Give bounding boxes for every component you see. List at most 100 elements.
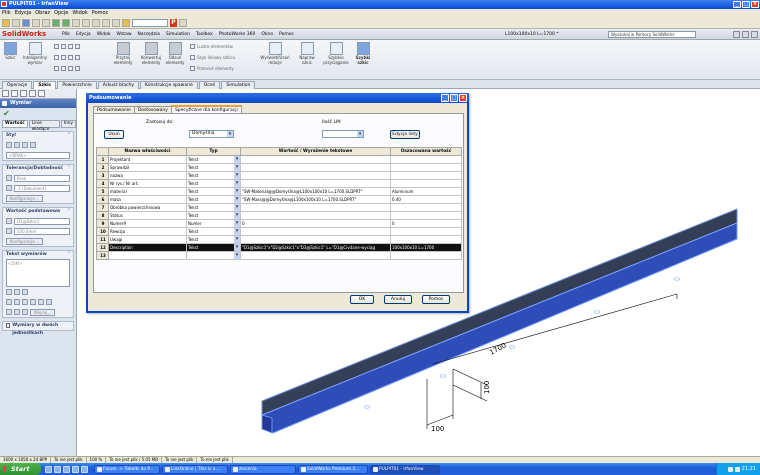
symbol-icon[interactable] — [6, 309, 12, 315]
cmd-convert-entities[interactable]: Konwertuj elementy — [138, 42, 164, 65]
start-button[interactable]: Start — [0, 463, 41, 475]
pm-tab-other[interactable]: Inny — [60, 120, 76, 128]
minimize-button[interactable]: _ — [733, 1, 741, 8]
property-name-cell[interactable]: Rewizja — [108, 227, 187, 236]
more-symbols-button[interactable]: Więcej... — [30, 308, 56, 316]
sw-menu-plik[interactable]: Plik — [62, 29, 70, 40]
evaluated-value-cell[interactable] — [390, 171, 462, 180]
table-row[interactable]: 8 Status Tekst — [96, 211, 462, 220]
cmd-smart-dimension[interactable]: Inteligentny wymiar — [22, 42, 48, 65]
evaluated-value-cell[interactable] — [390, 227, 462, 236]
info-icon[interactable] — [112, 18, 120, 27]
exit-icon[interactable] — [122, 18, 130, 27]
angle-end-face[interactable] — [261, 414, 273, 434]
table-row[interactable]: 7 Obróbka powierzchniowa Tekst — [96, 203, 462, 212]
property-name-cell[interactable]: nazwa — [108, 171, 187, 180]
cmd-linear-pattern[interactable]: Szyk liniowy szkicu — [190, 55, 235, 60]
apply-to-select[interactable]: Domyślna — [189, 130, 234, 138]
type-select-cell[interactable] — [186, 251, 241, 260]
type-select-cell[interactable]: Tekst — [186, 195, 241, 204]
paint-icon[interactable]: P — [170, 18, 177, 27]
property-name-cell[interactable]: Obróbka powierzchniowa — [108, 203, 187, 212]
style-select[interactable]: <BRAK> — [6, 151, 70, 159]
type-select-cell[interactable]: Tekst — [186, 187, 241, 196]
collapse-icon[interactable]: ˄ — [68, 132, 70, 140]
delete-icon[interactable] — [92, 18, 100, 27]
value-cell[interactable]: "SW-Mass@@Domyślna@L100x100x10 L=1700.SL… — [240, 195, 391, 204]
dialog-maximize-button[interactable]: □ — [450, 94, 458, 102]
menu-edycja[interactable]: Edycja — [15, 9, 32, 17]
slideshow-icon[interactable] — [102, 18, 110, 27]
property-name-cell[interactable]: Uwagi — [108, 235, 187, 244]
sw-menu-toolbox[interactable]: Toolbox — [196, 29, 213, 40]
evaluated-value-cell[interactable] — [390, 155, 462, 164]
property-name-cell[interactable]: masa — [108, 195, 187, 204]
type-select-cell[interactable]: Tekst — [186, 163, 241, 172]
value-cell[interactable] — [240, 179, 391, 188]
sketch-shape-tools[interactable] — [54, 55, 80, 60]
type-select-cell[interactable]: Tekst — [186, 203, 241, 212]
sw-menu-wstaw[interactable]: Wstaw — [117, 29, 132, 40]
previous-icon[interactable] — [52, 18, 60, 27]
sw-menu-pomoc[interactable]: Pomoc — [279, 29, 294, 40]
symbol-icon[interactable] — [6, 299, 12, 305]
task-solidworks[interactable]: SolidWorks Premium 2... — [298, 464, 368, 474]
value-cell[interactable] — [240, 251, 391, 260]
dimension-value-field[interactable]: 100.0mm — [14, 227, 70, 235]
evaluated-value-cell[interactable] — [390, 235, 462, 244]
tolerance-select[interactable]: Brak — [14, 174, 70, 182]
task-zlecenia[interactable]: zlecenia — [230, 464, 296, 474]
task-forum[interactable]: Forum -> Tabelki do P... — [94, 464, 160, 474]
symbol-icon[interactable] — [22, 299, 28, 305]
table-row[interactable]: 4 Nr rys./ Nr art. Tekst — [96, 179, 462, 188]
dim-label-length[interactable]: 1700 — [488, 341, 507, 356]
sketch-misc-tools[interactable] — [54, 66, 80, 71]
cmd-rapid-sketch[interactable]: Szybki szkic — [352, 42, 374, 65]
property-name-cell[interactable]: material — [108, 187, 187, 196]
save-icon[interactable] — [22, 18, 30, 27]
sketch-line-tools[interactable] — [54, 44, 80, 49]
align-right-icon[interactable] — [22, 289, 28, 295]
pm-tab-leaders[interactable]: Linie wiodące — [28, 120, 60, 132]
sw-menu-widok[interactable]: Widok — [97, 29, 111, 40]
menu-opcje[interactable]: Opcje — [54, 9, 68, 17]
delete-button[interactable]: Usuń — [104, 130, 124, 139]
cmd-display-relations[interactable]: Wyświetl/Usuń relacje — [256, 42, 294, 65]
value-cell[interactable]: "SW-Material@@Domyślna@L100x100x10 L=170… — [240, 187, 391, 196]
dimension-text-box[interactable]: <DIM> — [6, 259, 70, 287]
zoom-in-icon[interactable] — [32, 18, 40, 27]
table-row[interactable]: 13 — [96, 251, 462, 260]
property-name-cell[interactable]: Sprawdził — [108, 163, 187, 172]
menu-widok[interactable]: Widok — [72, 9, 87, 17]
cmd-offset-entities[interactable]: Odsuń elementy — [164, 42, 186, 65]
property-name-cell[interactable] — [108, 251, 187, 260]
tolerance-config-button[interactable]: Konfiguracje... — [6, 194, 43, 202]
bom-quantity-select[interactable] — [322, 130, 364, 138]
media-icon[interactable] — [63, 465, 70, 473]
cmd-repair-sketch[interactable]: Napraw szkic — [296, 42, 318, 65]
sw-menu-photoworks[interactable]: PhotoWorks 360 — [219, 29, 256, 40]
confirm-check-icon[interactable]: ✔ — [0, 108, 76, 120]
cmd-quick-snaps[interactable]: Szybkie przyciąganie — [322, 42, 350, 65]
evaluated-value-cell[interactable]: Aluminium — [390, 187, 462, 196]
type-select-cell[interactable]: Tekst — [186, 235, 241, 244]
evaluated-value-cell[interactable]: 100x100x10 L=1700 — [390, 243, 462, 252]
tab-konstrukcje-spawane[interactable]: Konstrukcje spawane — [140, 81, 198, 89]
tab-ocen[interactable]: Oceń — [198, 81, 221, 89]
table-row[interactable]: 2 Sprawdził Tekst — [96, 163, 462, 172]
tab-powierzchnie[interactable]: Powierzchnie — [57, 81, 97, 89]
table-row[interactable]: 11 Uwagi Tekst — [96, 235, 462, 244]
dialog-close-button[interactable]: × — [459, 94, 467, 102]
symbol-icon[interactable] — [14, 309, 20, 315]
style-icon[interactable] — [22, 142, 28, 148]
sw-menu-edycja[interactable]: Edycja — [76, 29, 91, 40]
value-cell[interactable] — [240, 203, 391, 212]
evaluated-value-cell[interactable] — [390, 211, 462, 220]
close-button[interactable]: × — [751, 1, 759, 8]
table-row[interactable]: 5materialTekst"SW-Material@@Domyślna@L10… — [96, 187, 462, 196]
tab-operacje[interactable]: Operacje — [2, 81, 33, 89]
property-manager-icon[interactable] — [11, 90, 18, 97]
pm-tab-value[interactable]: Wartość — [2, 120, 28, 128]
feature-tree-icon[interactable] — [2, 90, 9, 97]
properties-icon[interactable] — [12, 18, 20, 27]
